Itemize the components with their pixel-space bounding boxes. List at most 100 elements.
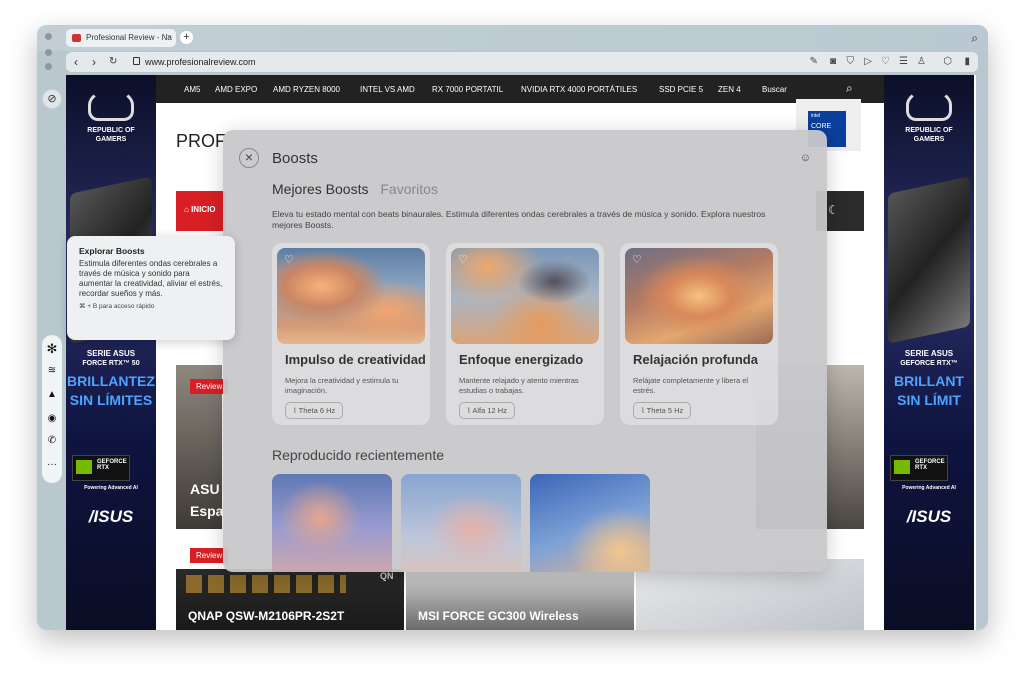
extensions-icon[interactable]: ⬡ [943,56,952,67]
wave-icon: ⌇ [293,406,297,415]
heart-icon[interactable]: ♡ [284,253,294,266]
sidebar-toggle-icon[interactable]: ▮ [964,56,970,67]
settings-sliders-icon[interactable]: ☰ [899,56,908,67]
profile-icon[interactable]: ♙ [917,56,926,67]
brand-label: QN [380,571,394,581]
rog-logo-icon [906,89,952,121]
boost-title: Impulso de creatividad [285,352,425,367]
ad-headline-1: BRILLANT [894,373,964,389]
menu-item[interactable]: SSD PCIE 5 [659,85,703,94]
article-card-msi[interactable]: MSI FORCE GC300 Wireless [406,569,634,630]
shield-icon[interactable]: ⛉ [847,56,855,67]
recent-card[interactable] [272,474,392,572]
browser-tab[interactable]: Profesional Review - Na × [66,29,176,47]
boost-image: ♡ [625,248,773,344]
frequency-badge: ⌇ Theta 6 Hz [285,402,344,419]
tab-close-icon[interactable]: × [167,32,172,42]
layers-icon[interactable]: ≋ [42,365,62,376]
boost-card[interactable]: ♡ Impulso de creatividad Mejora la creat… [272,243,430,425]
new-tab-button[interactable]: + [180,31,193,44]
menu-item[interactable]: ZEN 4 [718,85,741,94]
url-text[interactable]: www.profesionalreview.com [145,57,256,67]
messenger-icon[interactable]: ◉ [42,413,62,424]
boost-title: Enfoque energizado [459,352,584,367]
feedback-icon[interactable]: ☺ [800,152,811,164]
home-label: INICIO [191,205,216,214]
camera-icon[interactable]: ◙ [830,56,836,67]
ad-banner-right[interactable]: REPUBLIC OF GAMERS SERIE ASUS GEFORCE RT… [884,75,974,630]
wave-icon: ⌇ [641,406,645,415]
back-icon[interactable]: ‹ [74,55,78,69]
frequency-badge: ⌇ Alfa 12 Hz [459,402,515,419]
article-card-left[interactable]: Review ASU Espa [176,365,229,529]
edit-icon[interactable]: ✎ [810,56,818,67]
heart-icon[interactable]: ♡ [458,253,468,266]
menu-item[interactable]: INTEL VS AMD [360,85,415,94]
play-icon[interactable]: ▷ [864,56,872,67]
heart-icon[interactable]: ♡ [632,253,642,266]
boost-desc: Mantente relajado y atento mientras estu… [459,376,579,395]
ad-geforce: FORCE RTX™ 50 [82,360,140,367]
rog-text-2: GAMERS [95,136,127,143]
recent-card[interactable] [530,474,650,572]
favicon-icon [72,34,81,42]
whatsapp-icon[interactable]: ✆ [42,435,62,446]
more-icon[interactable]: ··· [42,459,62,470]
menu-search[interactable]: Buscar [762,85,787,94]
heart-icon[interactable]: ♡ [881,56,890,67]
tab-bar: Profesional Review - Na × + ⌕ [37,25,988,51]
ad-geforce: GEFORCE RTX™ [900,360,958,367]
boost-image: ♡ [451,248,599,344]
lock-icon [133,57,140,65]
article-title: ASU [190,481,220,497]
window-minimize-dot[interactable] [45,49,52,56]
sidebar-apps: ✻ ≋ ▲ ◉ ✆ ··· [42,335,62,483]
boosts-icon[interactable]: ✻ [42,341,62,357]
menu-item[interactable]: AM5 [184,85,200,94]
tab-search-icon[interactable]: ⌕ [971,31,978,46]
explore-boosts-tooltip: Explorar Boosts Estimula diferentes onda… [67,236,235,340]
ad-series: SERIE ASUS [904,349,954,358]
frequency-badge: ⌇ Theta 5 Hz [633,402,692,419]
arc-icon[interactable]: ▲ [42,389,62,400]
article-title: Espa [190,503,224,519]
home-nav[interactable]: ⌂ INICIO [176,191,226,231]
tab-favoritos[interactable]: Favoritos [380,181,438,197]
boost-title: Relajación profunda [633,352,758,367]
browser-sidebar: ⊘ ✻ ≋ ▲ ◉ ✆ ··· [39,85,63,485]
geforce-badge: GEFORCE RTX [890,455,948,481]
search-icon[interactable]: ⌕ [846,81,853,96]
tooltip-title: Explorar Boosts [79,246,145,256]
menu-item[interactable]: RX 7000 PORTATIL [432,85,503,94]
menu-item[interactable]: AMD RYZEN 8000 [273,85,340,94]
wave-icon: ⌇ [467,406,471,415]
panel-title: Boosts [272,150,318,167]
boosts-sidebar-icon[interactable]: ⊘ [42,89,62,109]
tooltip-shortcut: ⌘ + B para acceso rápido [79,303,155,310]
tab-mejores-boosts[interactable]: Mejores Boosts [272,181,368,197]
ad-tagline: Powering Advanced AI [902,485,956,491]
article-card-qnap[interactable]: QN QNAP QSW-M2106PR-2S2T [176,569,404,630]
boost-card[interactable]: ♡ Relajación profunda Relájate completam… [620,243,778,425]
window-close-dot[interactable] [45,33,52,40]
boost-card[interactable]: ♡ Enfoque energizado Mantente relajado y… [446,243,604,425]
ad-banner-left[interactable]: REPUBLIC OF GAMERS SERIE ASUS FORCE RTX™… [66,75,156,630]
geforce-badge: GEFORCE RTX [72,455,130,481]
reload-icon[interactable]: ↻ [109,56,117,67]
boost-desc: Mejora la creatividad y estimula tu imag… [285,376,399,395]
menu-item[interactable]: AMD EXPO [215,85,257,94]
rog-logo-icon [88,89,134,121]
site-logo[interactable]: PROF [176,131,226,152]
forward-icon[interactable]: › [92,55,96,69]
window-zoom-dot[interactable] [45,63,52,70]
close-icon[interactable]: × [239,148,259,168]
ad-headline-2: SIN LÍMITES [69,392,153,408]
moon-icon: ☾ [828,203,839,217]
ad-series: SERIE ASUS [86,349,136,358]
panel-description: Eleva tu estado mental con beats binaura… [272,209,766,230]
menu-item[interactable]: NVIDIA RTX 4000 PORTÁTILES [521,85,637,94]
asus-logo: /ISUS [88,507,134,526]
recent-card[interactable] [401,474,521,572]
address-bar[interactable]: ‹ › ↻ www.profesionalreview.com ✎ ◙ ⛉ ▷ … [66,52,978,72]
ad-headline-2: SIN LÍMIT [897,392,961,408]
